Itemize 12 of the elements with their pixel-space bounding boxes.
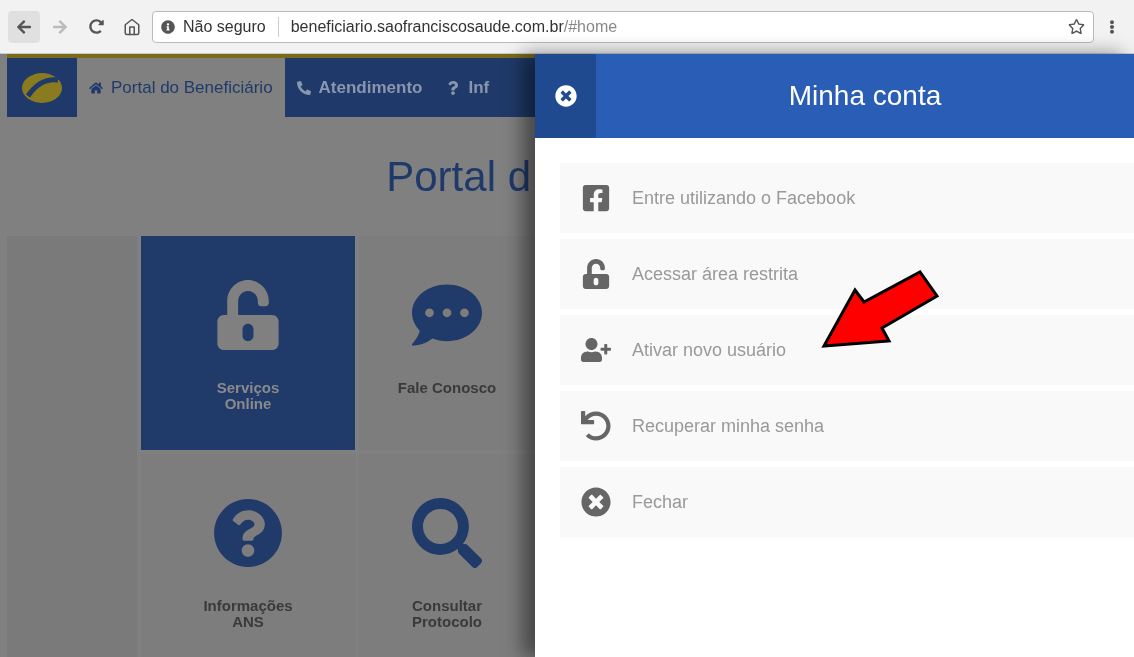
- menu-item[interactable]: Fechar: [560, 467, 1134, 537]
- menu-item[interactable]: Entre utilizando o Facebook: [560, 163, 1134, 233]
- page-title: Portal d: [386, 155, 532, 198]
- nav-tab[interactable]: Portal do Beneficiário: [77, 58, 285, 117]
- security-label: Não seguro: [183, 16, 266, 37]
- menu-item[interactable]: Recuperar minha senha: [560, 391, 1134, 461]
- address-bar[interactable]: Não seguro beneficiario.saofranciscosaude.com.br/#home: [152, 10, 1094, 43]
- menu-item[interactable]: Ativar novo usuário: [560, 315, 1134, 385]
- menu-item[interactable]: Acessar área restrita: [560, 239, 1134, 309]
- url-text: beneficiario.saofranciscosaude.com.br/#home: [290, 16, 618, 37]
- panel-title: Minha conta: [787, 79, 943, 113]
- menu-tile[interactable]: Serviços Online: [141, 236, 355, 450]
